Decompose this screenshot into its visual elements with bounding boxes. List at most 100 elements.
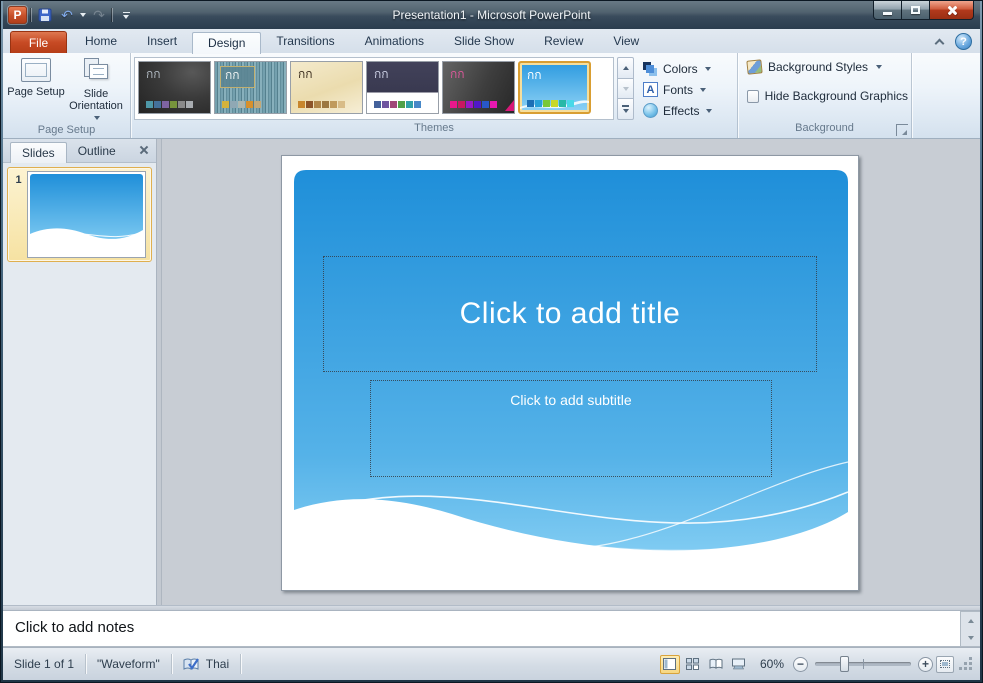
redo-button[interactable]: ↷ (90, 6, 108, 24)
tab-design[interactable]: Design (192, 32, 261, 54)
colors-button[interactable]: Colors (641, 60, 714, 77)
title-placeholder-text: Click to add title (460, 297, 681, 331)
undo-dropdown-caret[interactable] (80, 13, 86, 17)
notes-scroll-up-button[interactable] (961, 612, 980, 629)
powerpoint-app-icon[interactable]: P (8, 6, 27, 24)
minimize-ribbon-icon[interactable] (935, 38, 945, 48)
theme-color-chips (450, 101, 497, 108)
slide-orientation-button[interactable]: Slide Orientation (66, 57, 126, 124)
theme-sample-text: กก (374, 68, 389, 80)
themes-gallery: กก กก กก กก (134, 57, 614, 120)
help-button[interactable]: ? (955, 33, 972, 50)
status-bar: Slide 1 of 1 "Waveform" Thai (3, 647, 980, 680)
normal-view-icon (663, 658, 676, 670)
tab-insert[interactable]: Insert (132, 31, 192, 53)
slide-thumbnail-selected[interactable]: 1 (7, 167, 152, 262)
slide-sorter-view-button[interactable] (683, 655, 703, 674)
quick-access-toolbar: P ↶ ↷ (3, 6, 135, 24)
spellcheck-language-segment[interactable]: Thai (172, 654, 241, 674)
close-button[interactable] (929, 1, 974, 20)
restore-button[interactable] (901, 1, 930, 20)
slide-counter-text: Slide 1 of 1 (14, 654, 74, 674)
tab-slides[interactable]: Slides (10, 142, 67, 163)
background-styles-button[interactable]: Background Styles (747, 60, 908, 74)
customize-quick-access-button[interactable] (117, 6, 135, 24)
theme-thumbnail-3[interactable]: กก (290, 61, 363, 114)
zoom-slider[interactable] (815, 662, 911, 666)
redo-icon: ↷ (93, 8, 105, 22)
slide-canvas[interactable]: Click to add title Click to add subtitle (281, 155, 859, 591)
undo-button[interactable]: ↶ (58, 6, 76, 24)
undo-icon: ↶ (61, 8, 73, 22)
theme-thumbnail-5[interactable]: กก (442, 61, 515, 114)
title-placeholder[interactable]: Click to add title (323, 256, 817, 372)
chevron-down-icon (705, 67, 711, 71)
hide-background-graphics-checkbox[interactable] (747, 90, 759, 103)
theme-sample-text: กก (527, 69, 542, 81)
restore-icon (911, 6, 920, 14)
colors-icon (646, 65, 654, 73)
panel-tabs: Slides Outline (3, 139, 156, 163)
theme-thumbnail-1[interactable]: กก (138, 61, 211, 114)
page-setup-label: Page Setup (7, 86, 65, 98)
panel-close-icon[interactable] (139, 145, 149, 155)
save-button[interactable] (36, 6, 54, 24)
reading-view-button[interactable] (706, 655, 726, 674)
separator (31, 8, 32, 22)
slide-counter[interactable]: Slide 1 of 1 (3, 654, 86, 674)
tab-animations[interactable]: Animations (350, 31, 439, 53)
resize-grip[interactable] (960, 658, 973, 671)
gallery-scroll-down-button[interactable] (617, 78, 634, 100)
background-dialog-launcher[interactable] (896, 124, 908, 136)
window-frame: P ↶ ↷ Presentation1 - M (0, 0, 983, 683)
theme-name-text: "Waveform" (97, 654, 160, 674)
normal-view-button[interactable] (660, 655, 680, 674)
gallery-more-button[interactable] (617, 98, 634, 120)
theme-color-chips (222, 101, 261, 108)
tab-transitions[interactable]: Transitions (261, 31, 349, 53)
zoom-level[interactable]: 60% (760, 657, 784, 671)
tab-review[interactable]: Review (529, 31, 598, 53)
theme-name-indicator[interactable]: "Waveform" (86, 654, 172, 674)
tab-slide-show[interactable]: Slide Show (439, 31, 529, 53)
tab-outline[interactable]: Outline (67, 141, 127, 162)
page-setup-button[interactable]: Page Setup (6, 57, 66, 124)
theme-thumbnail-4[interactable]: กก (366, 61, 439, 114)
subtitle-placeholder[interactable]: Click to add subtitle (370, 380, 772, 477)
theme-color-chips (374, 101, 421, 108)
tab-home[interactable]: Home (70, 31, 132, 53)
effects-icon (643, 103, 658, 118)
fit-to-window-icon (940, 660, 950, 668)
notes-scroll-down-button[interactable] (961, 629, 980, 646)
zoom-slider-thumb[interactable] (840, 656, 849, 672)
theme-thumbnail-waveform-selected[interactable]: กก (518, 61, 591, 114)
fonts-button[interactable]: A Fonts (641, 81, 714, 98)
gallery-scroll-up-button[interactable] (617, 57, 634, 79)
group-themes: กก กก กก กก (131, 53, 738, 138)
tab-view[interactable]: View (598, 31, 654, 53)
customize-bar-icon (123, 12, 130, 13)
chevron-down-icon (700, 88, 706, 92)
theme-color-chips (146, 101, 193, 108)
effects-button[interactable]: Effects (641, 102, 714, 119)
theme-thumbnail-2[interactable]: กก (214, 61, 287, 114)
reading-view-icon (709, 658, 723, 670)
group-page-setup: Page Setup Slide Orientation Page Setup (3, 53, 131, 138)
help-icon: ? (960, 36, 967, 48)
zoom-out-button[interactable]: − (793, 657, 808, 672)
ribbon: Page Setup Slide Orientation Page Setup … (3, 53, 980, 139)
zoom-in-button[interactable]: + (918, 657, 933, 672)
slide-number: 1 (10, 171, 27, 258)
notes-input[interactable]: Click to add notes (3, 611, 960, 647)
slide-show-button[interactable] (729, 655, 749, 674)
separator (112, 8, 113, 22)
theme-color-chips (298, 101, 345, 108)
tab-file[interactable]: File (10, 31, 67, 53)
language-text: Thai (206, 654, 229, 674)
triangle-down-icon (623, 109, 629, 113)
minimize-button[interactable] (873, 1, 902, 20)
slide-orientation-label: Slide Orientation (66, 88, 126, 124)
group-background: Background Styles Hide Background Graphi… (738, 53, 912, 138)
fit-to-window-button[interactable] (936, 656, 954, 673)
close-icon (946, 5, 957, 16)
